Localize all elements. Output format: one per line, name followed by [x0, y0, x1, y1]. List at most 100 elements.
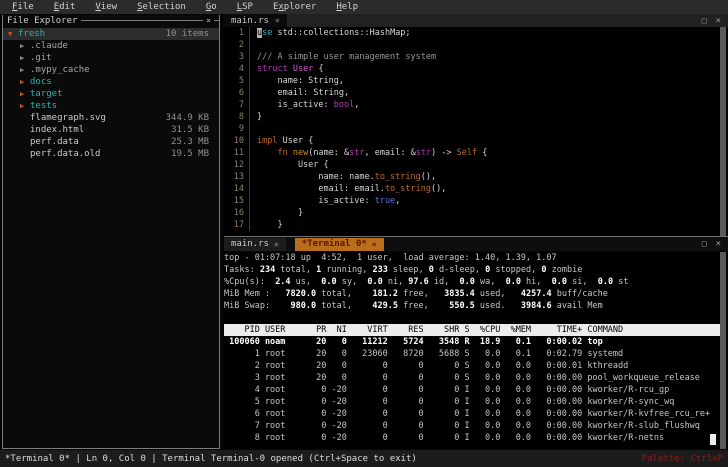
tab-close-icon[interactable]: ×	[372, 240, 377, 249]
line-number: 3	[224, 51, 249, 63]
tab-label: main.rs	[231, 16, 269, 26]
tree-item-perf-data[interactable]: perf.data25.3 MB	[3, 136, 219, 148]
tree-item-target[interactable]: ▶target	[3, 88, 219, 100]
menu-item-file[interactable]: File	[2, 2, 44, 12]
tree-item-docs[interactable]: ▶docs	[3, 76, 219, 88]
code-text: }	[249, 207, 303, 219]
terminal-tab-strip: main.rs×*Terminal 0*× □ ×	[224, 237, 728, 251]
tree-item-tests[interactable]: ▶tests	[3, 100, 219, 112]
menu-item-help[interactable]: Help	[326, 2, 368, 12]
menu-item-text: SP	[242, 2, 253, 12]
tree-item-claude[interactable]: ▶.claude	[3, 40, 219, 52]
tab-main-rs[interactable]: main.rs ×	[224, 238, 286, 251]
terminal-text: used.	[475, 301, 521, 311]
expand-arrow-icon[interactable]: ▶	[20, 54, 30, 62]
terminal-text: sy,	[337, 277, 368, 287]
terminal-text: 234	[260, 265, 275, 275]
tree-item-git[interactable]: ▶.git	[3, 52, 219, 64]
code-token: name: name.	[257, 172, 375, 182]
menu-item-selection[interactable]: Selection	[127, 2, 196, 12]
line-number: 14	[224, 183, 249, 195]
menu-item-text: elp	[342, 2, 358, 12]
process-row: 2 root 20 0 0 0 0 S 0.0 0.0 0:00.01 kthr…	[224, 360, 720, 372]
terminal-cursor	[710, 434, 716, 445]
code-token: impl	[257, 136, 277, 146]
code-text	[249, 39, 257, 51]
terminal-text: 7820.0	[285, 289, 316, 299]
explorer-close-icon[interactable]: ×	[203, 16, 214, 25]
menu-item-text: ile	[17, 2, 33, 12]
tab-label: main.rs	[231, 239, 269, 249]
menu-item-explorer[interactable]: Explorer	[263, 2, 326, 12]
line-number: 9	[224, 123, 249, 135]
process-row: 1 root 20 0 23060 8720 5688 S 0.0 0.1 0:…	[224, 348, 720, 360]
tree-item-flamegraph-svg[interactable]: flamegraph.svg344.9 KB	[3, 112, 219, 124]
code-line: 12 User {	[224, 159, 720, 171]
terminal-text: sleep,	[388, 265, 429, 275]
editor-scrollbar-thumb[interactable]	[720, 27, 726, 236]
tab-close-icon[interactable]: ×	[275, 16, 280, 25]
menu-item-lsp[interactable]: LSP	[227, 2, 263, 12]
code-text: email: String,	[249, 87, 349, 99]
code-line: 4struct User {	[224, 63, 720, 75]
code-text	[249, 123, 257, 135]
expand-arrow-icon[interactable]: ▶	[20, 90, 30, 98]
terminal-text: avail Mem	[552, 301, 603, 311]
tree-item-index-html[interactable]: index.html31.5 KB	[3, 124, 219, 136]
terminal-text: si,	[567, 277, 598, 287]
code-token: (name: &	[308, 148, 349, 158]
terminal-output[interactable]: top - 01:07:18 up 4:52, 1 user, load ave…	[224, 252, 720, 449]
code-token: to_string	[375, 172, 421, 182]
code-token: bool	[334, 100, 354, 110]
terminal-text: used,	[475, 289, 521, 299]
code-token: User {	[257, 160, 329, 170]
tree-item-label: perf.data.old	[30, 149, 100, 159]
expand-arrow-icon[interactable]: ▶	[20, 78, 30, 86]
header-line	[214, 20, 219, 21]
menu-item-edit[interactable]: Edit	[44, 2, 86, 12]
expand-arrow-icon[interactable]: ▶	[20, 42, 30, 50]
expand-arrow-icon[interactable]: ▼	[8, 30, 18, 38]
code-token: email: String,	[257, 88, 349, 98]
menu-item-text: iew	[101, 2, 117, 12]
maximize-icon[interactable]: □	[702, 239, 707, 249]
tab-main-rs[interactable]: main.rs ×	[224, 14, 287, 27]
terminal-scrollbar-thumb[interactable]	[720, 252, 726, 449]
expand-arrow-icon[interactable]: ▶	[20, 66, 30, 74]
code-token: Self	[457, 148, 477, 158]
terminal-scrollbar[interactable]	[720, 252, 726, 449]
terminal-text: wa,	[475, 277, 506, 287]
close-icon[interactable]: ×	[716, 239, 721, 249]
tab-terminal-0[interactable]: *Terminal 0*×	[295, 238, 384, 251]
terminal-text: 233	[372, 265, 387, 275]
code-area[interactable]: 1use std::collections::HashMap;23/// A s…	[224, 27, 720, 236]
line-number: 1	[224, 27, 249, 39]
code-token: new	[293, 148, 308, 158]
editor-scrollbar[interactable]	[720, 27, 726, 236]
code-token: {	[477, 148, 487, 158]
expand-arrow-icon[interactable]: ▶	[20, 102, 30, 110]
tree-item-mypy-cache[interactable]: ▶.mypy_cache	[3, 64, 219, 76]
code-line: 9	[224, 123, 720, 135]
file-explorer-panel: File Explorer × ▼fresh10 items▶.claude▶.…	[2, 15, 220, 449]
code-text: is_active: true,	[249, 195, 400, 207]
terminal-text: 550.5	[449, 301, 475, 311]
menu-item-go[interactable]: Go	[196, 2, 227, 12]
menu-item-view[interactable]: View	[85, 2, 127, 12]
close-icon[interactable]: ×	[716, 16, 721, 26]
terminal-text: MiB Mem :	[224, 289, 285, 299]
tree-item-fresh[interactable]: ▼fresh10 items	[3, 28, 219, 40]
tab-close-icon[interactable]: ×	[274, 240, 279, 249]
menu-item-text: plorer	[284, 2, 317, 12]
code-text: use std::collections::HashMap;	[249, 27, 411, 39]
process-row: 3 root 20 0 0 0 0 S 0.0 0.0 0:00.00 pool…	[224, 372, 720, 384]
tree-item-perf-data-old[interactable]: perf.data.old19.5 MB	[3, 148, 219, 160]
line-number: 4	[224, 63, 249, 75]
process-row: 4 root 0 -20 0 0 0 I 0.0 0.0 0:00.00 kwo…	[224, 384, 720, 396]
tree-item-size: 344.9 KB	[166, 113, 209, 123]
code-token: is_active:	[257, 100, 334, 110]
terminal-text: 2.4	[275, 277, 290, 287]
maximize-icon[interactable]: □	[702, 16, 707, 26]
terminal-text: free,	[398, 289, 444, 299]
code-line: 2	[224, 39, 720, 51]
